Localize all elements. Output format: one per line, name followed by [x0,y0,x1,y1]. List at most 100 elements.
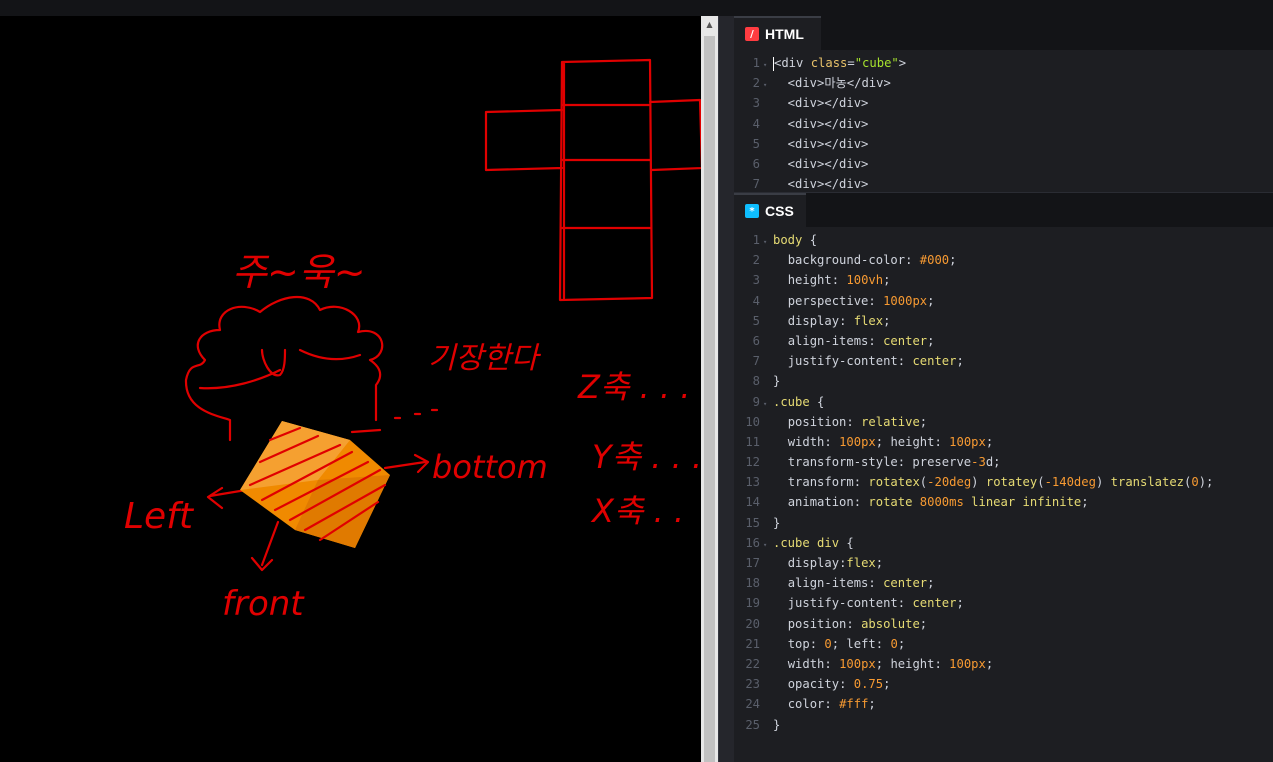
line-number: 1 [752,233,760,247]
annotation-front: front [222,584,305,624]
cube-shape [240,421,390,548]
line-number: 7 [752,354,760,369]
css-code-line[interactable]: 10 position: relative; [734,412,1273,432]
code-text: } [773,374,781,389]
css-code-line[interactable]: 22 width: 100px; height: 100px; [734,654,1273,674]
slash-icon: / [745,27,759,41]
fold-arrow-icon[interactable]: ▾ [763,55,773,75]
css-code-line[interactable]: 19 justify-content: center; [734,593,1273,613]
html-panel: / HTML 1 ▾ <div class="cube"> 2 ▾ <div>마농</d… [734,16,1273,211]
line-number: 13 [745,475,760,490]
line-number: 10 [745,414,760,429]
line-number: 16 [745,535,760,550]
css-code-line[interactable]: 5 display: flex; [734,311,1273,331]
annotation-excited: 기장한다 [428,341,542,376]
code-text: background-color: #000; [787,253,957,268]
css-code-line[interactable]: 4 perspective: 1000px; [734,291,1273,311]
html-code-line[interactable]: 2 ▾ <div>마농</div> [734,73,1273,93]
line-number: 24 [745,697,760,712]
css-code-line[interactable]: 21 top: 0; left: 0; [734,634,1273,654]
tab-css-label: CSS [765,203,794,219]
dash-lines [350,408,439,434]
fold-arrow-icon[interactable]: ▾ [763,232,773,252]
code-text: opacity: 0.75; [787,677,891,692]
css-code-line[interactable]: 6 align-items: center; [734,331,1273,351]
code-text: .cube div { [773,535,854,550]
css-code-line[interactable]: 7 justify-content: center; [734,351,1273,371]
scroll-thumb[interactable] [704,36,715,762]
arrow-bottom [383,453,430,474]
line-number: 6 [752,156,760,171]
code-editor: / HTML 1 ▾ <div class="cube"> 2 ▾ <div>마농</d… [734,16,1273,762]
line-number: 4 [752,293,760,308]
cloud-sketch [184,295,384,442]
css-code-line[interactable]: 11 width: 100px; height: 100px; [734,432,1273,452]
asterisk-icon: * [745,204,759,218]
html-code-line[interactable]: 3 <div></div> [734,93,1273,113]
line-number: 4 [752,116,760,131]
css-code-line[interactable]: 14 animation: rotate 8000ms linear infin… [734,492,1273,512]
line-number: 21 [745,636,760,651]
line-number: 18 [745,576,760,591]
css-code-line[interactable]: 9 ▾ .cube { [734,392,1273,412]
pane-resizer[interactable] [718,16,735,762]
css-code-line[interactable]: 13 transform: rotatex(-20deg) rotatey(-1… [734,472,1273,492]
css-code-line[interactable]: 1 ▾ body { [734,230,1273,250]
annotation-bottom: bottom [432,448,548,486]
code-text: <div></div> [773,96,869,111]
css-code-line[interactable]: 18 align-items: center; [734,573,1273,593]
code-text: } [773,717,781,732]
code-text: .cube { [773,394,825,409]
css-code-line[interactable]: 24 color: #fff; [734,694,1273,714]
css-code-line[interactable]: 25} [734,715,1273,735]
css-code-line[interactable]: 23 opacity: 0.75; [734,674,1273,694]
line-number: 9 [752,394,760,409]
line-number: 19 [745,596,760,611]
code-text: animation: rotate 8000ms linear infinite… [787,495,1089,510]
code-text: transform: rotatex(-20deg) rotatey(-140d… [787,475,1214,490]
annotation-z-axis: Z축 . . . [577,368,690,406]
html-code-line[interactable]: 7 <div></div> [734,174,1273,194]
fold-arrow-icon[interactable]: ▾ [763,394,773,414]
preview-scrollbar[interactable]: ▲ [701,16,718,762]
code-text: <div></div> [773,156,869,171]
css-code-area[interactable]: 1 ▾ body {2 background-color: #000; 3 heigh… [734,227,1273,735]
line-number: 12 [745,455,760,470]
scroll-up-icon[interactable]: ▲ [701,16,718,33]
tab-html-label: HTML [765,26,804,42]
css-code-line[interactable]: 17 display:flex; [734,553,1273,573]
tab-html[interactable]: / HTML [734,16,821,50]
arrow-front [250,520,280,572]
html-code-line[interactable]: 1 ▾ <div class="cube"> [734,53,1273,73]
fold-arrow-icon[interactable]: ▾ [763,75,773,95]
code-text: perspective: 1000px; [787,293,935,308]
code-text: display:flex; [787,556,884,570]
line-number: 3 [752,273,760,288]
css-code-line[interactable]: 20 position: absolute; [734,614,1273,634]
line-number: 14 [745,495,760,510]
code-text: align-items: center; [787,333,935,348]
code-text: } [773,515,781,530]
css-code-line[interactable]: 2 background-color: #000; [734,250,1273,270]
html-code-line[interactable]: 5 <div></div> [734,134,1273,154]
fold-arrow-icon[interactable]: ▾ [763,535,773,555]
line-number: 3 [752,96,760,111]
line-number: 8 [752,374,760,389]
result-preview[interactable]: 주~욱~ 기장한다 Z축 . . . Y축 . . . X축 . . Left … [0,16,701,762]
css-code-line[interactable]: 3 height: 100vh; [734,270,1273,290]
annotation-y-axis: Y축 . . . [592,438,701,476]
html-code-area[interactable]: 1 ▾ <div class="cube"> 2 ▾ <div>마농</div> 3 <d… [734,50,1273,215]
tab-css[interactable]: * CSS [734,193,806,227]
cube-net-sketch [484,58,701,302]
html-code-line[interactable]: 4 <div></div> [734,114,1273,134]
css-code-line[interactable]: 12 transform-style: preserve-3d; [734,452,1273,472]
css-code-line[interactable]: 16 ▾ .cube div { [734,533,1273,553]
line-number: 7 [752,177,760,192]
code-text: justify-content: center; [787,354,964,369]
line-number: 5 [752,136,760,151]
line-number: 2 [752,76,760,91]
css-code-line[interactable]: 15} [734,513,1273,533]
css-code-line[interactable]: 8} [734,371,1273,391]
code-text: transform-style: preserve-3d; [787,455,1001,470]
html-code-line[interactable]: 6 <div></div> [734,154,1273,174]
